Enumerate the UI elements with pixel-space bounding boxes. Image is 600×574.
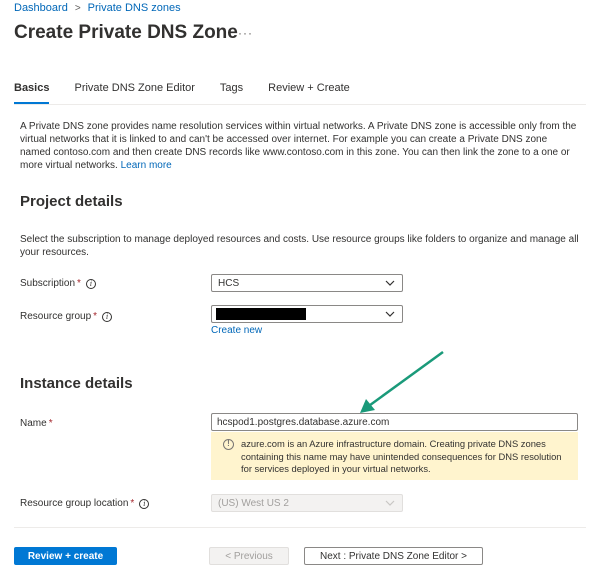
tab-tags[interactable]: Tags xyxy=(220,82,243,104)
subscription-value: HCS xyxy=(218,277,240,289)
zone-name-input[interactable] xyxy=(211,413,578,431)
resource-group-location-dropdown: (US) West US 2 xyxy=(211,494,403,512)
more-options-icon[interactable]: ··· xyxy=(238,26,253,40)
name-label: Name * xyxy=(20,418,53,429)
warning-message: ! azure.com is an Azure infrastructure d… xyxy=(211,432,578,480)
intro-description: A Private DNS zone provides name resolut… xyxy=(20,120,580,172)
breadcrumb-private-dns-zones-link[interactable]: Private DNS zones xyxy=(88,2,181,14)
intro-text: A Private DNS zone provides name resolut… xyxy=(20,121,577,171)
warning-text: azure.com is an Azure infrastructure dom… xyxy=(241,438,562,474)
instance-details-heading: Instance details xyxy=(20,375,133,392)
previous-button: < Previous xyxy=(209,547,289,565)
tab-basics[interactable]: Basics xyxy=(14,82,50,104)
breadcrumb-dashboard-link[interactable]: Dashboard xyxy=(14,2,68,14)
resource-group-dropdown[interactable] xyxy=(211,305,403,323)
project-details-heading: Project details xyxy=(20,193,123,210)
required-marker: * xyxy=(130,498,135,509)
chevron-down-icon xyxy=(385,311,395,317)
learn-more-link[interactable]: Learn more xyxy=(121,160,172,171)
chevron-down-icon xyxy=(385,280,395,286)
page-title: Create Private DNS Zone xyxy=(14,22,238,43)
next-button[interactable]: Next : Private DNS Zone Editor > xyxy=(304,547,483,565)
tab-divider xyxy=(14,104,586,105)
breadcrumb: Dashboard > Private DNS zones xyxy=(14,2,181,14)
required-marker: * xyxy=(93,311,98,322)
info-icon[interactable]: i xyxy=(139,498,150,509)
create-new-resource-group-link[interactable]: Create new xyxy=(211,325,262,336)
project-details-description: Select the subscription to manage deploy… xyxy=(20,234,579,258)
subscription-dropdown[interactable]: HCS xyxy=(211,274,403,292)
tab-bar: Basics Private DNS Zone Editor Tags Revi… xyxy=(14,82,375,104)
resource-group-location-label: Resource group location * i xyxy=(20,498,150,509)
footer-divider xyxy=(14,527,586,528)
info-icon[interactable]: i xyxy=(85,278,96,289)
subscription-label: Subscription * i xyxy=(20,278,96,289)
tab-review-create[interactable]: Review + Create xyxy=(268,82,350,104)
tab-private-dns-zone-editor[interactable]: Private DNS Zone Editor xyxy=(74,82,194,104)
redacted-value xyxy=(216,308,306,320)
location-value: (US) West US 2 xyxy=(218,497,289,509)
required-marker: * xyxy=(77,278,81,289)
warning-icon: ! xyxy=(223,439,234,450)
chevron-right-icon: > xyxy=(74,2,81,14)
resource-group-label: Resource group * i xyxy=(20,311,113,322)
review-create-button[interactable]: Review + create xyxy=(14,547,117,565)
info-icon[interactable]: i xyxy=(102,311,113,322)
chevron-down-icon xyxy=(385,500,395,506)
required-marker: * xyxy=(48,418,53,429)
